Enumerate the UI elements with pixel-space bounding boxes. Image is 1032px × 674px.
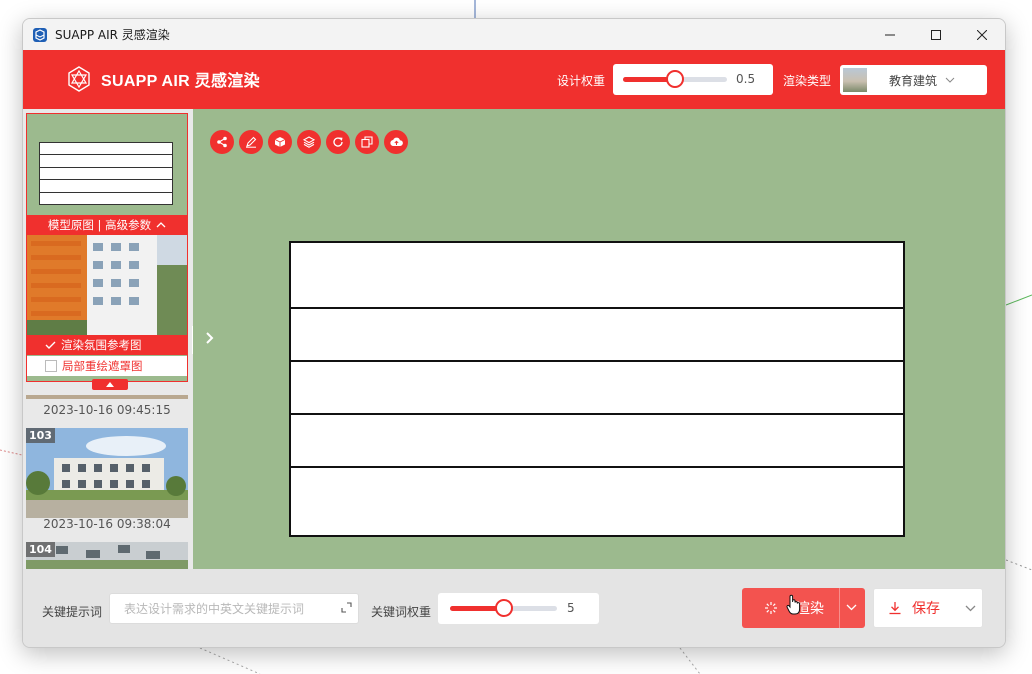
window-controls [867, 19, 1005, 50]
close-button[interactable] [959, 19, 1005, 50]
copy-icon [361, 136, 373, 148]
sketchup-model-view [289, 241, 905, 537]
reference-image [27, 235, 187, 335]
design-weight-control: 0.5 [613, 64, 773, 95]
check-icon [45, 341, 56, 349]
keyword-weight-knob[interactable] [494, 599, 513, 617]
minimize-icon [885, 34, 895, 35]
render-type-label: 渲染类型 [783, 74, 832, 88]
history-sidebar: 模型原图 | 高级参数 渲染氛围参考图 局部重绘遮罩图 2023-10-16 0… [23, 109, 193, 569]
refresh-icon [333, 137, 343, 147]
share-button[interactable] [210, 130, 234, 154]
reference-image-option-label: 渲染氛围参考图 [61, 338, 142, 352]
keyword-weight-control: 5 [438, 593, 599, 624]
logo-icon [68, 66, 90, 92]
render-canvas[interactable] [193, 109, 1005, 569]
edit-icon [246, 136, 257, 148]
cursor-icon [786, 594, 801, 615]
history-date: 2023-10-16 09:45:15 [43, 403, 171, 417]
history-number: 104 [26, 542, 55, 557]
keyword-weight-slider[interactable] [450, 599, 557, 617]
app-icon [33, 27, 47, 42]
history-image-strip [26, 395, 188, 399]
save-button-label: 保存 [912, 601, 940, 617]
caret-up-icon [106, 382, 114, 387]
cube-icon [274, 137, 286, 147]
copy-button[interactable] [355, 130, 379, 154]
mask-image-option[interactable]: 局部重绘遮罩图 [27, 356, 187, 376]
upload-button[interactable] [384, 130, 408, 154]
chevron-right-icon[interactable] [206, 332, 214, 344]
model-thumbnail [39, 142, 173, 205]
history-item[interactable]: 103 [26, 428, 188, 518]
chevron-down-icon[interactable] [965, 605, 976, 612]
maximize-button[interactable] [913, 19, 959, 50]
chevron-down-icon [945, 77, 955, 83]
share-icon [217, 136, 227, 148]
design-weight-knob[interactable] [666, 70, 684, 88]
card-tabs-label: 模型原图 | 高级参数 [47, 218, 152, 232]
render-type-thumbnail [843, 68, 867, 92]
edit-button[interactable] [239, 130, 263, 154]
chevron-up-icon [156, 222, 166, 228]
sparkle-icon [765, 602, 777, 614]
render-button[interactable]: 渲染 [742, 588, 865, 628]
model-button[interactable] [268, 130, 292, 154]
history-number: 103 [26, 428, 55, 443]
history-date: 2023-10-16 09:38:04 [43, 517, 171, 531]
keyword-weight-value: 5 [567, 601, 575, 615]
mask-image-option-label: 局部重绘遮罩图 [62, 359, 143, 373]
render-type-value: 教育建筑 [889, 73, 938, 88]
design-weight-slider[interactable] [623, 70, 727, 88]
chevron-down-icon[interactable] [846, 604, 857, 611]
maximize-icon [931, 29, 941, 40]
refresh-button[interactable] [326, 130, 350, 154]
design-weight-value: 0.5 [736, 72, 756, 86]
render-type-select[interactable]: 教育建筑 [840, 65, 987, 95]
app-header: SUAPP AIR 灵感渲染 设计权重 0.5 渲染类型 教育建筑 [23, 50, 1005, 109]
design-weight-label: 设计权重 [557, 74, 606, 88]
minimize-button[interactable] [867, 19, 913, 50]
save-button[interactable]: 保存 [873, 588, 983, 628]
prompt-label: 关键提示词 [42, 605, 103, 619]
history-item[interactable]: 104 [26, 542, 188, 569]
layers-button[interactable] [297, 130, 321, 154]
window-title: SUAPP AIR 灵感渲染 [55, 28, 170, 42]
mask-checkbox[interactable] [45, 360, 57, 372]
download-icon [889, 602, 901, 615]
title-bar: SUAPP AIR 灵感渲染 [23, 19, 1005, 50]
collapse-card-tab[interactable] [92, 379, 128, 390]
canvas-toolbar [210, 130, 413, 154]
reference-image-option[interactable]: 渲染氛围参考图 [27, 335, 187, 355]
prompt-input[interactable] [109, 593, 359, 624]
render-divider [839, 588, 840, 628]
close-icon [977, 29, 987, 40]
brand: SUAPP AIR 灵感渲染 [66, 66, 260, 92]
model-preview-card[interactable]: 模型原图 | 高级参数 渲染氛围参考图 局部重绘遮罩图 [26, 113, 188, 390]
app-window: SUAPP AIR 灵感渲染 SUAPP AIR 灵感渲染 设计权重 0.5 渲… [22, 18, 1006, 648]
keyword-weight-label: 关键词权重 [371, 605, 432, 619]
bottom-bar: 关键提示词 关键词权重 5 渲染 保存 [23, 569, 1005, 647]
layers-icon [303, 136, 315, 148]
cloud-upload-icon [389, 137, 403, 147]
brand-name: SUAPP AIR 灵感渲染 [101, 73, 260, 90]
expand-icon[interactable] [341, 602, 352, 613]
card-tabs-bar[interactable]: 模型原图 | 高级参数 [27, 215, 187, 235]
